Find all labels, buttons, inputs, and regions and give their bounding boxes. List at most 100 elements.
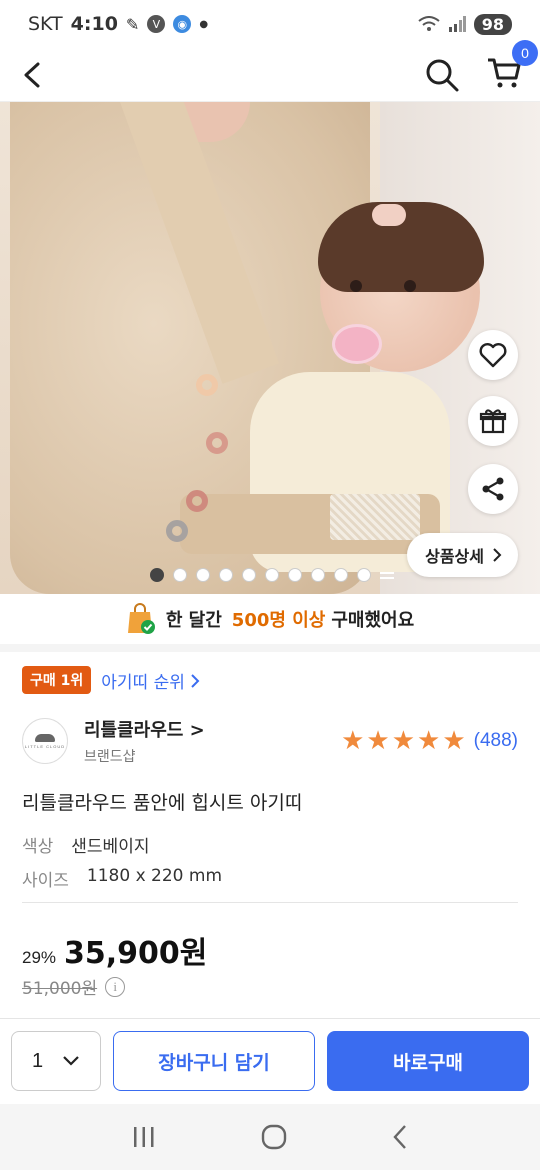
brand-logo-text: LITTLE CLOUD bbox=[24, 743, 66, 749]
heart-icon bbox=[479, 343, 507, 368]
battery-indicator: 98 bbox=[473, 13, 512, 35]
notification-icons: ✎ V ◉ ● bbox=[126, 15, 208, 34]
top-nav: 0 bbox=[0, 39, 540, 102]
original-price: 51,000원 bbox=[22, 979, 98, 999]
brand-name: 리틀클라우드 bbox=[84, 720, 184, 741]
banner-prefix: 한 달간 bbox=[165, 610, 222, 631]
page-dot[interactable] bbox=[219, 568, 233, 582]
star-icon: ★ bbox=[442, 726, 466, 756]
brand-logo[interactable]: LITTLE CLOUD bbox=[22, 718, 68, 764]
app-notification-icon: ◉ bbox=[173, 15, 192, 33]
section-divider bbox=[0, 644, 540, 652]
product-title: 리틀클라우드 품안에 힙시트 아기띠 bbox=[22, 792, 303, 814]
page-dot[interactable] bbox=[242, 568, 256, 582]
search-icon[interactable] bbox=[424, 57, 460, 93]
status-left: SKT 4:10 ✎ V ◉ ● bbox=[28, 13, 208, 35]
product-detail-label: 상품상세 bbox=[425, 547, 484, 566]
cart-count-badge: 0 bbox=[512, 39, 538, 66]
quantity-select[interactable]: 1 bbox=[11, 1031, 101, 1091]
carousel-pagination bbox=[150, 568, 394, 582]
back-icon[interactable] bbox=[392, 1124, 408, 1150]
brand-row: LITTLE CLOUD 리틀클라우드 > 브랜드샵 ★ ★ ★ ★ ★ (48… bbox=[22, 716, 518, 766]
rank-row: 구매 1위 아기띠 순위 bbox=[22, 666, 200, 694]
chevron-right-icon bbox=[493, 548, 502, 562]
feather-icon: ✎ bbox=[125, 14, 140, 34]
system-nav-bar bbox=[0, 1104, 540, 1170]
status-right: 98 bbox=[418, 13, 512, 35]
add-to-cart-button[interactable]: 장바구니 담기 bbox=[113, 1031, 315, 1091]
brand-name-link[interactable]: 리틀클라우드 > bbox=[84, 716, 205, 742]
info-icon[interactable]: i bbox=[105, 976, 126, 997]
brand-info[interactable]: 리틀클라우드 > 브랜드샵 bbox=[84, 716, 205, 766]
price-row: 29% 35,900원 bbox=[22, 928, 207, 972]
option-label: 색상 bbox=[22, 837, 54, 857]
carrier-label: SKT bbox=[28, 13, 63, 35]
page-dot[interactable] bbox=[334, 568, 348, 582]
nav-actions: 0 bbox=[424, 39, 538, 94]
page-dot[interactable] bbox=[357, 568, 371, 582]
chevron-down-icon bbox=[63, 1056, 79, 1066]
teether-ring bbox=[186, 490, 208, 512]
option-value: 샌드베이지 bbox=[71, 837, 150, 857]
teether-ring bbox=[166, 520, 188, 542]
category-rank-link[interactable]: 아기띠 순위 bbox=[101, 668, 200, 693]
recent-apps-icon[interactable] bbox=[132, 1126, 156, 1148]
wishlist-button[interactable] bbox=[468, 330, 518, 380]
star-icon: ★ bbox=[417, 726, 441, 756]
chevron-right-icon: > bbox=[189, 720, 205, 741]
sale-price: 35,900원 bbox=[64, 936, 208, 971]
gift-button[interactable] bbox=[468, 396, 518, 446]
quantity-value: 1 bbox=[32, 1049, 44, 1072]
product-image-carousel[interactable]: 상품상세 bbox=[0, 102, 540, 594]
page-dot[interactable] bbox=[173, 568, 187, 582]
share-button[interactable] bbox=[468, 464, 518, 514]
page-dot[interactable] bbox=[311, 568, 325, 582]
star-icon: ★ bbox=[391, 726, 416, 756]
cart-button[interactable]: 0 bbox=[486, 39, 538, 94]
more-dot-icon: ● bbox=[199, 18, 209, 30]
page-dot[interactable] bbox=[288, 568, 302, 582]
purchase-count-banner: 한 달간 500명 이상 구매했어요 bbox=[0, 596, 540, 642]
more-pages-icon bbox=[380, 568, 394, 582]
teether-ring bbox=[206, 432, 228, 454]
option-label: 사이즈 bbox=[22, 871, 69, 891]
page-dot[interactable] bbox=[150, 568, 164, 582]
discount-rate: 29% bbox=[22, 948, 57, 967]
option-value: 1180 x 220 mm bbox=[86, 866, 223, 886]
page-dot[interactable] bbox=[265, 568, 279, 582]
banner-highlight: 500명 이상 bbox=[231, 610, 326, 631]
review-count[interactable]: (488) bbox=[474, 730, 518, 752]
baby-eye-left bbox=[350, 280, 362, 292]
option-size: 사이즈 1180 x 220 mm bbox=[22, 866, 222, 891]
baby-eye-right bbox=[404, 280, 416, 292]
pacifier bbox=[332, 324, 382, 364]
wifi-icon bbox=[418, 16, 440, 31]
signal-icon bbox=[448, 16, 466, 32]
rank-badge: 구매 1위 bbox=[22, 666, 92, 694]
brand-shop-label: 브랜드샵 bbox=[84, 749, 136, 765]
page-dot[interactable] bbox=[196, 568, 210, 582]
bottom-action-bar: 1 장바구니 담기 바로구매 bbox=[0, 1018, 540, 1104]
share-icon bbox=[482, 477, 504, 501]
clock: 4:10 bbox=[70, 13, 118, 35]
banner-suffix: 구매했어요 bbox=[331, 610, 415, 631]
product-detail-button[interactable]: 상품상세 bbox=[407, 533, 518, 577]
star-icon: ★ bbox=[341, 726, 365, 756]
status-bar: SKT 4:10 ✎ V ◉ ● 98 bbox=[0, 0, 540, 48]
teether-ring bbox=[196, 374, 218, 396]
mesh-panel bbox=[330, 494, 420, 540]
original-price-row: 51,000원 i bbox=[22, 974, 126, 999]
star-icon: ★ bbox=[366, 726, 390, 756]
rating[interactable]: ★ ★ ★ ★ ★ (488) bbox=[341, 728, 518, 754]
buy-now-button[interactable]: 바로구매 bbox=[327, 1031, 529, 1091]
chevron-right-icon bbox=[191, 673, 200, 688]
vpn-icon: V bbox=[147, 15, 166, 33]
shopping-bag-check-icon bbox=[127, 603, 155, 634]
option-color: 색상 샌드베이지 bbox=[22, 832, 149, 857]
category-rank-label: 아기띠 순위 bbox=[101, 672, 185, 693]
gift-icon bbox=[479, 409, 507, 434]
divider bbox=[22, 902, 518, 903]
baby-hair-bow bbox=[372, 204, 406, 226]
home-icon[interactable] bbox=[261, 1124, 287, 1150]
back-arrow-icon[interactable] bbox=[18, 60, 48, 90]
